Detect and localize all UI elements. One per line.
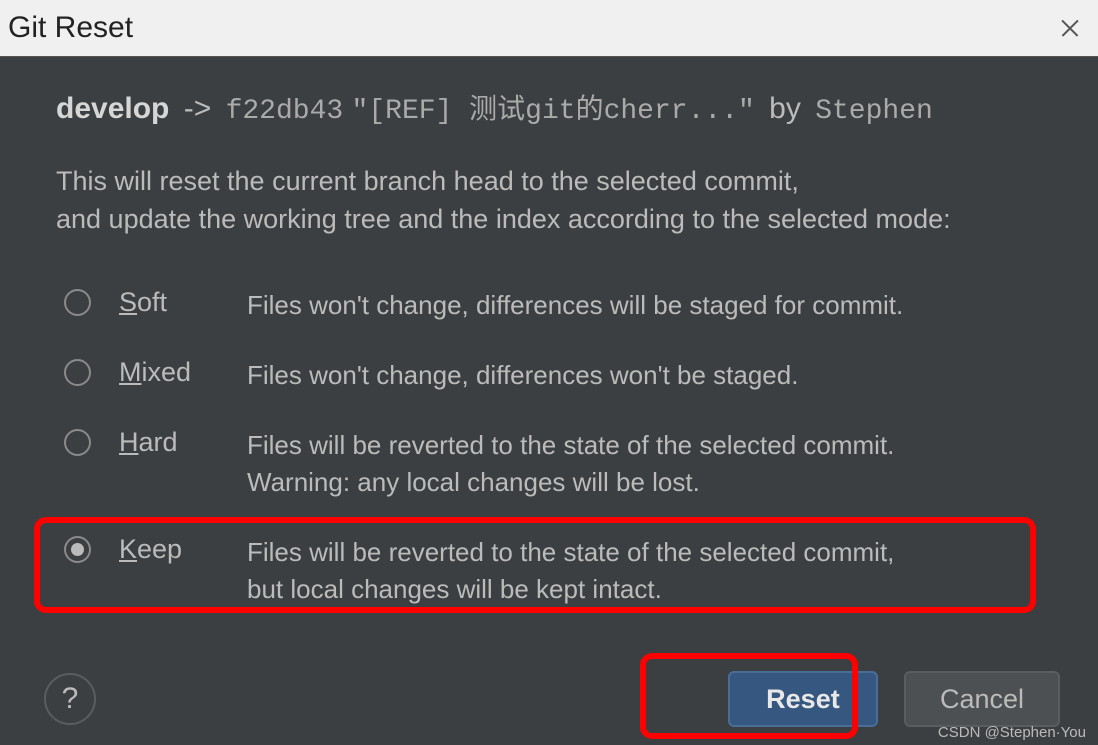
help-icon: ? xyxy=(62,682,79,716)
commit-author: Stephen xyxy=(815,96,933,127)
help-button[interactable]: ? xyxy=(44,673,96,725)
cancel-button[interactable]: Cancel xyxy=(904,671,1060,727)
description: This will reset the current branch head … xyxy=(56,163,1042,239)
dialog-footer: ? Reset Cancel xyxy=(0,671,1098,727)
label-mixed: Mixed xyxy=(119,355,219,388)
titlebar: Git Reset xyxy=(0,0,1098,57)
desc-keep: Files will be reverted to the state of t… xyxy=(247,532,894,607)
description-line2: and update the working tree and the inde… xyxy=(56,201,1042,239)
dialog-title: Git Reset xyxy=(8,11,133,45)
radio-keep[interactable] xyxy=(64,536,91,563)
option-keep[interactable]: Keep Files will be reverted to the state… xyxy=(56,516,1042,623)
reset-button[interactable]: Reset xyxy=(728,671,878,727)
label-soft: Soft xyxy=(119,285,219,318)
description-line1: This will reset the current branch head … xyxy=(56,163,1042,201)
desc-soft: Files won't change, differences will be … xyxy=(247,285,903,323)
by-text: by xyxy=(769,92,801,125)
radio-hard[interactable] xyxy=(64,429,91,456)
label-keep: Keep xyxy=(119,532,219,565)
commit-hash: f22db43 xyxy=(226,96,344,127)
dialog-content: develop -> f22db43 "[REF] 测试git的cherr...… xyxy=(0,57,1098,623)
option-mixed[interactable]: Mixed Files won't change, differences wo… xyxy=(56,339,1042,409)
label-hard: Hard xyxy=(119,425,219,458)
radio-mixed[interactable] xyxy=(64,359,91,386)
option-hard[interactable]: Hard Files will be reverted to the state… xyxy=(56,409,1042,516)
action-buttons: Reset Cancel xyxy=(728,671,1060,727)
close-icon[interactable] xyxy=(1056,14,1084,42)
branch-name: develop xyxy=(56,92,169,125)
desc-mixed: Files won't change, differences won't be… xyxy=(247,355,798,393)
commit-summary: develop -> f22db43 "[REF] 测试git的cherr...… xyxy=(56,87,1042,127)
desc-hard: Files will be reverted to the state of t… xyxy=(247,425,894,500)
reset-mode-options: Soft Files won't change, differences wil… xyxy=(56,269,1042,623)
arrow-text: -> xyxy=(184,92,212,125)
option-soft[interactable]: Soft Files won't change, differences wil… xyxy=(56,269,1042,339)
radio-soft[interactable] xyxy=(64,289,91,316)
commit-message: "[REF] 测试git的cherr..." xyxy=(352,96,755,127)
